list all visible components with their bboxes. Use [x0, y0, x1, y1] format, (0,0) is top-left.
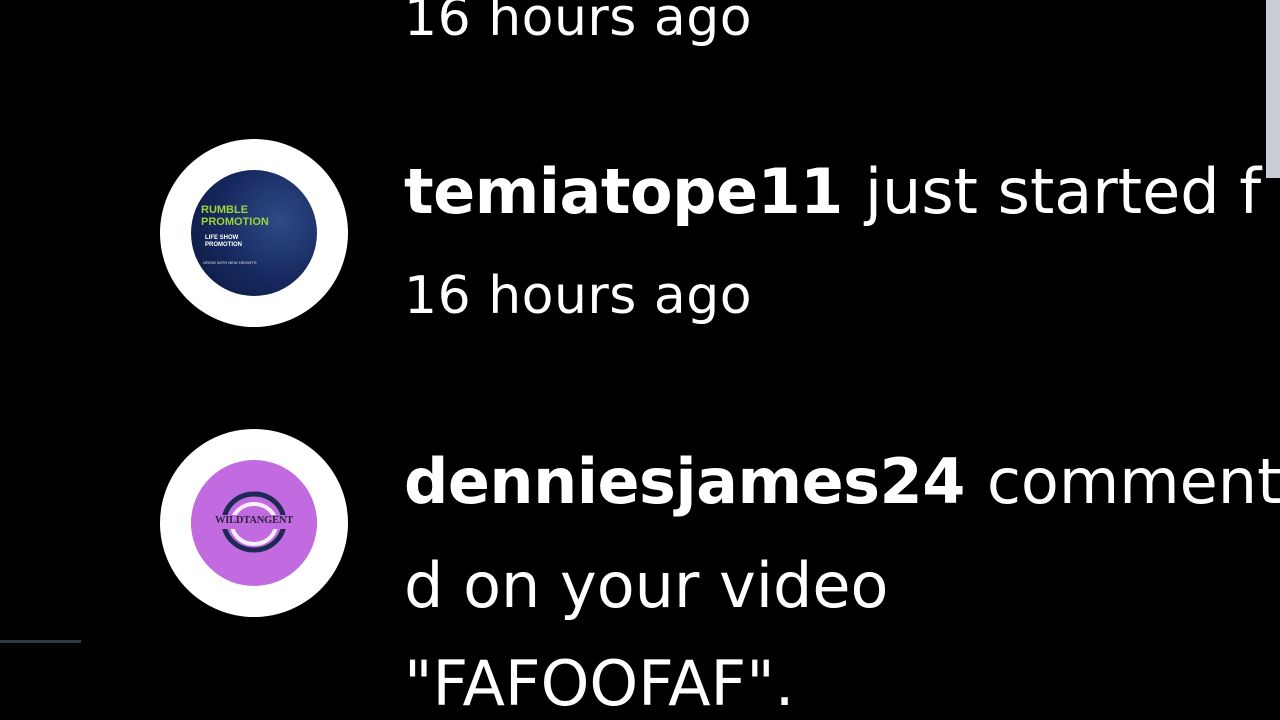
- username[interactable]: temiatope11: [404, 155, 843, 228]
- notification-text: temiatope11 just started f: [404, 156, 1261, 228]
- notification-time: 16 hours ago: [404, 266, 753, 326]
- video-title[interactable]: "FAFOOFAF".: [404, 648, 794, 720]
- notification-action: just started f: [864, 155, 1262, 228]
- notifications-screen: 16 hours ago RUMBLE PROMOTION LIFE SHOW …: [0, 0, 1280, 720]
- rumble-promotion-logo: RUMBLE PROMOTION LIFE SHOW PROMOTION GRO…: [191, 170, 317, 296]
- notification-action: comment: [986, 445, 1280, 518]
- scrollbar[interactable]: [1266, 0, 1280, 178]
- divider: [0, 640, 81, 643]
- notification-text-continued: d on your video: [404, 549, 889, 622]
- notification-text: denniesjames24 comment: [404, 446, 1280, 518]
- notification-time: 16 hours ago: [404, 0, 753, 48]
- avatar[interactable]: RUMBLE PROMOTION LIFE SHOW PROMOTION GRO…: [160, 139, 348, 327]
- wildtangent-logo: WILDTANGENT: [191, 460, 317, 586]
- avatar[interactable]: WILDTANGENT: [160, 429, 348, 617]
- username[interactable]: denniesjames24: [404, 445, 965, 518]
